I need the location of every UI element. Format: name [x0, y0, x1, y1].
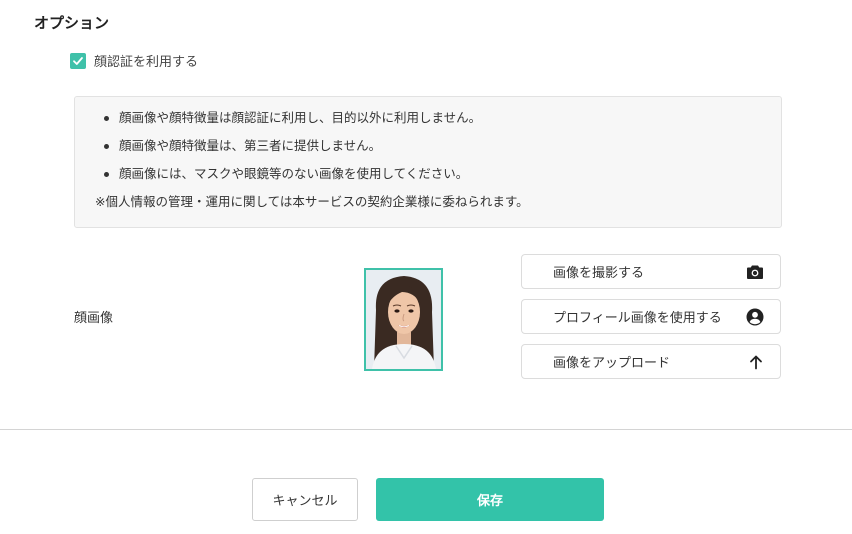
notice-item: 顔画像や顔特徴量は、第三者に提供しません。	[95, 135, 767, 163]
notice-item: 顔画像には、マスクや眼鏡等のない画像を使用してください。	[95, 163, 767, 191]
section-title: オプション	[34, 14, 110, 32]
take-photo-button[interactable]: 画像を撮影する	[521, 254, 781, 289]
face-photo-image	[366, 270, 441, 369]
take-photo-label: 画像を撮影する	[553, 266, 645, 281]
use-profile-image-label: プロフィール画像を使用する	[553, 311, 722, 326]
upload-image-label: 画像をアップロード	[553, 356, 671, 371]
face-photo	[364, 268, 443, 371]
options-page: オプション 顔認証を利用する 顔画像や顔特徴量は顔認証に利用し、目的以外に利用し…	[0, 0, 852, 534]
face-auth-toggle[interactable]: 顔認証を利用する	[70, 51, 198, 70]
footer-divider	[0, 429, 852, 430]
face-auth-label: 顔認証を利用する	[94, 55, 199, 70]
checkmark-icon	[73, 56, 83, 65]
face-auth-checkbox[interactable]	[70, 52, 86, 69]
cancel-button[interactable]: キャンセル	[252, 478, 358, 521]
use-profile-image-button[interactable]: プロフィール画像を使用する	[521, 299, 781, 334]
upload-image-button[interactable]: 画像をアップロード	[521, 344, 781, 379]
face-image-label: 顔画像	[74, 311, 114, 326]
privacy-notice: 顔画像や顔特徴量は顔認証に利用し、目的以外に利用しません。 顔画像や顔特徴量は、…	[74, 96, 782, 228]
notice-footnote: ※個人情報の管理・運用に関しては本サービスの契約企業様に委ねられます。	[95, 194, 529, 209]
arrow-up-icon	[748, 354, 764, 370]
save-button[interactable]: 保存	[376, 478, 604, 521]
camera-icon	[746, 264, 764, 280]
account-circle-icon	[746, 308, 764, 326]
notice-item: 顔画像や顔特徴量は顔認証に利用し、目的以外に利用しません。	[95, 107, 767, 135]
notice-list: 顔画像や顔特徴量は顔認証に利用し、目的以外に利用しません。 顔画像や顔特徴量は、…	[95, 107, 767, 191]
